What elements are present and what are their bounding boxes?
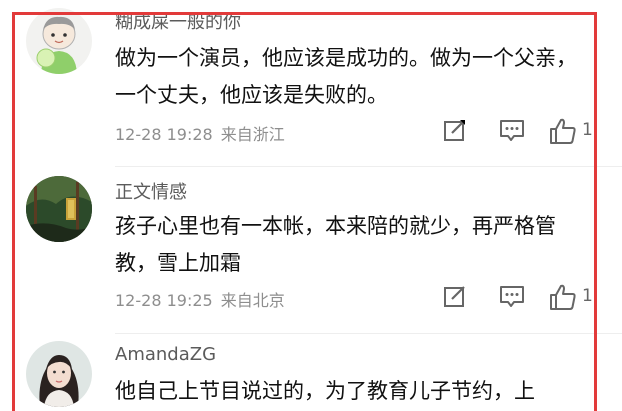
username[interactable]: 糊成屎一般的你 [115,8,241,34]
comment-time: 12-28 19:28 [115,125,213,144]
comment-text: 做为一个演员，他应该是成功的。做为一个父亲，一个丈夫，他应该是失败的。 [115,46,577,107]
comment-meta: 12-28 19:28 来自浙江 [115,121,285,145]
comment-actions: 1 [440,117,600,145]
like-count: 1 [582,286,593,306]
comment-bubble-icon[interactable] [498,117,526,145]
thumbs-up-icon[interactable] [548,283,578,311]
comment-text: 孩子心里也有一本帐，本来陪的就少，再严格管教，雪上加霜 [115,214,556,275]
comment-location: 来自北京 [220,291,285,310]
comment-list: 糊成屎一般的你 做为一个演员，他应该是成功的。做为一个父亲，一个丈夫，他应该是失… [0,0,622,411]
comment-bubble-icon[interactable] [498,283,526,311]
comment-time: 12-28 19:25 [115,291,213,310]
divider [115,166,622,167]
like-count: 1 [582,120,593,140]
edit-square-icon[interactable] [442,283,468,311]
comment-text: 他自己上节目说过的，为了教育儿子节约，上 [115,379,535,403]
comment-actions: 1 [440,283,600,311]
comment-meta: 12-28 19:25 来自北京 [115,287,285,311]
divider [115,333,622,334]
thumbs-up-icon[interactable] [548,117,578,145]
username[interactable]: 正文情感 [115,178,187,204]
forest-photo-avatar-icon[interactable] [26,176,92,242]
comment-location: 来自浙江 [220,125,285,144]
woman-photo-avatar-icon[interactable] [26,341,92,407]
username[interactable]: AmandaZG [115,344,216,365]
edit-square-icon[interactable] [442,117,468,145]
cartoon-kid-avatar-icon[interactable] [26,8,92,74]
